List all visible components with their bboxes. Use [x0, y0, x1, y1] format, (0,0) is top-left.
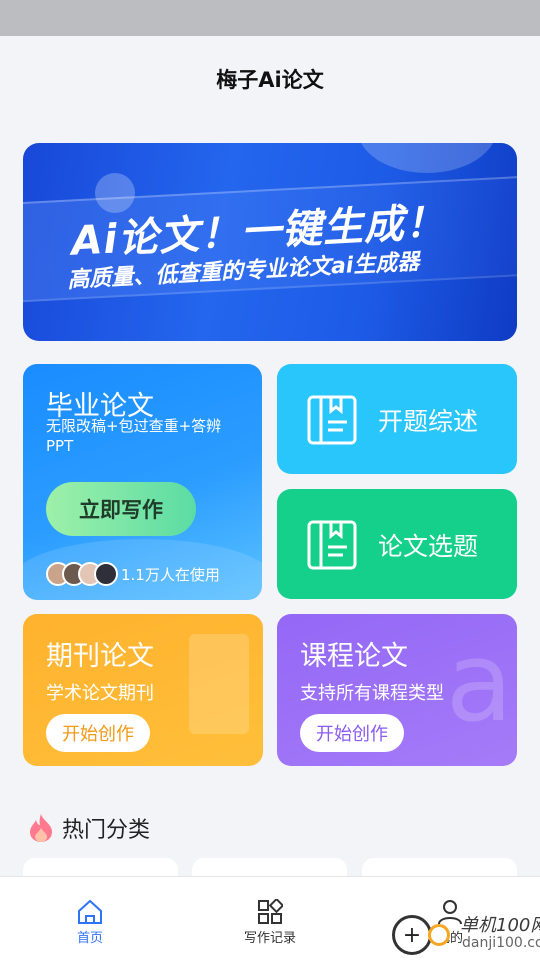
- tab-writing-records-label: 写作记录: [243, 931, 296, 946]
- journal-start-button[interactable]: 开始创作: [46, 714, 150, 752]
- graduation-thesis-card[interactable]: 毕业论文 无限改稿+包过查重+答辨PPT 立即写作 1.1万人在使用: [23, 364, 262, 600]
- watermark-text: 单机100网: [460, 915, 540, 936]
- status-bar: [0, 0, 540, 36]
- write-now-button[interactable]: 立即写作: [46, 482, 196, 536]
- book-icon: [307, 395, 357, 445]
- bottom-tab-bar: 首页 写作记录 我的: [0, 876, 540, 960]
- course-paper-card[interactable]: a 课程论文 支持所有课程类型 开始创作: [277, 614, 517, 766]
- watermark: + 单机100网 danji100.com: [392, 915, 540, 955]
- avatar: [94, 562, 118, 586]
- journal-card-title: 期刊论文: [46, 641, 154, 672]
- hot-categories-header: 热门分类: [28, 812, 150, 844]
- thesis-topic-card[interactable]: 论文选题: [277, 489, 517, 599]
- watermark-logo: [428, 924, 450, 946]
- flame-icon: [30, 814, 52, 842]
- user-count: 1.1万人在使用: [121, 566, 220, 584]
- graduation-card-desc: 无限改稿+包过查重+答辨PPT: [46, 417, 222, 455]
- tab-writing-records[interactable]: 写作记录: [210, 899, 330, 946]
- user-avatars: [46, 562, 118, 586]
- banner-orb: [357, 143, 497, 173]
- document-decoration: [189, 634, 249, 734]
- journal-card-desc: 学术论文期刊: [46, 683, 154, 704]
- course-card-desc: 支持所有课程类型: [300, 683, 444, 704]
- thesis-topic-label: 论文选题: [378, 532, 479, 561]
- course-start-button[interactable]: 开始创作: [300, 714, 404, 752]
- letter-decoration: a: [445, 618, 513, 746]
- promo-banner[interactable]: Ai论文！一键生成！ 高质量、低查重的专业论文ai生成器: [23, 143, 517, 341]
- proposal-review-card[interactable]: 开题综述: [277, 364, 517, 474]
- proposal-review-label: 开题综述: [378, 407, 479, 436]
- watermark-url: danji100.com: [462, 935, 540, 951]
- hot-categories-title: 热门分类: [62, 818, 151, 843]
- tab-home[interactable]: 首页: [30, 899, 150, 946]
- watermark-logo: +: [392, 915, 432, 955]
- journal-paper-card[interactable]: 期刊论文 学术论文期刊 开始创作: [23, 614, 263, 766]
- grid-icon: [258, 899, 283, 924]
- book-icon: [307, 520, 357, 570]
- home-icon: [78, 899, 102, 924]
- page-title: 梅子Ai论文: [216, 68, 324, 92]
- course-card-title: 课程论文: [300, 641, 408, 672]
- tab-home-label: 首页: [76, 931, 103, 946]
